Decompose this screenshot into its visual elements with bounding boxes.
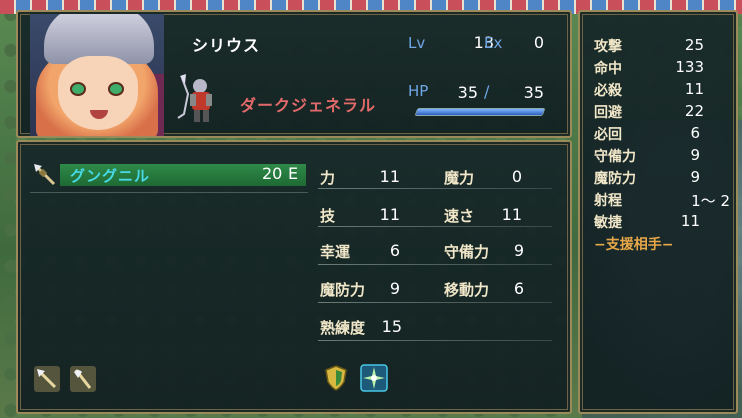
combat-label: 射程 bbox=[594, 193, 622, 209]
hp-bar bbox=[414, 108, 546, 116]
stat-def: 守備力 9 bbox=[444, 238, 528, 264]
combat-avoid: 回避 22 bbox=[594, 102, 726, 124]
combat-def: 守備力 9 bbox=[594, 146, 726, 168]
stat-label: 魔力 bbox=[444, 169, 475, 187]
stat-label: 幸運 bbox=[320, 243, 351, 261]
combat-value: 22 bbox=[684, 102, 704, 120]
stat-value: 11 bbox=[379, 205, 400, 224]
stat-mag: 魔力 0 bbox=[444, 164, 528, 190]
class-sprite-icon bbox=[177, 74, 212, 122]
stat-divider bbox=[318, 340, 552, 341]
sparkle-icon[interactable] bbox=[360, 364, 388, 392]
stat-value: 15 bbox=[381, 317, 402, 336]
stat-value: 11 bbox=[501, 205, 522, 224]
weapon-slot[interactable]: グングニル 20 E bbox=[30, 162, 308, 190]
exp-label: Ex bbox=[484, 34, 503, 52]
stat-divider bbox=[318, 188, 552, 189]
exp-value: 0 bbox=[533, 33, 544, 52]
stat-label: 速さ bbox=[444, 207, 475, 225]
combat-label: 魔防力 bbox=[594, 171, 636, 187]
weapon-name: グングニル bbox=[70, 167, 151, 185]
combat-value: 9 bbox=[690, 168, 700, 186]
stat-value: 6 bbox=[389, 241, 400, 260]
hp-current: 35 bbox=[457, 83, 478, 102]
spear-icon bbox=[34, 164, 56, 186]
weapon-equipped-mark: E bbox=[288, 164, 299, 183]
unit-header-panel: シリウス ダークジェネラル Lv 13 Ex 0 HP 35 / 35 bbox=[16, 10, 572, 138]
combat-label: 守備力 bbox=[594, 149, 636, 165]
stat-value: 9 bbox=[513, 241, 524, 260]
combat-label: 敏捷 bbox=[594, 215, 622, 231]
support-partners-label: −支援相手− bbox=[594, 237, 674, 253]
combat-label: 回避 bbox=[594, 105, 622, 121]
combat-value: 133 bbox=[675, 58, 704, 76]
stat-lck: 幸運 6 bbox=[320, 238, 404, 264]
stat-label: 技 bbox=[320, 207, 336, 225]
stat-value: 0 bbox=[511, 167, 522, 186]
weapon-uses: 20 bbox=[262, 164, 283, 183]
hp-label: HP bbox=[408, 82, 429, 100]
stat-label: 移動力 bbox=[444, 281, 490, 299]
level-label: Lv bbox=[408, 34, 426, 52]
stat-mov: 移動力 6 bbox=[444, 276, 528, 302]
combat-value: 6 bbox=[690, 124, 700, 142]
hp-bar-fill bbox=[415, 109, 545, 115]
combat-label: 必回 bbox=[594, 127, 622, 143]
combat-hit: 命中 133 bbox=[594, 58, 726, 80]
combat-crit: 必殺 11 bbox=[594, 80, 726, 102]
unit-name: シリウス bbox=[192, 36, 261, 55]
combat-dodge: 必回 6 bbox=[594, 124, 726, 146]
combat-label: 攻撃 bbox=[594, 39, 622, 55]
stat-label: 力 bbox=[320, 169, 336, 187]
stat-value: 9 bbox=[389, 279, 400, 298]
weapon-divider bbox=[30, 192, 308, 193]
combat-value: 9 bbox=[690, 146, 700, 164]
stat-res: 魔防力 9 bbox=[320, 276, 404, 302]
stat-label: 守備力 bbox=[444, 243, 490, 261]
combat-agility: 敏捷 11 bbox=[594, 212, 726, 234]
stat-value: 6 bbox=[513, 279, 524, 298]
combat-value: 25 bbox=[684, 36, 704, 54]
stat-value: 11 bbox=[379, 167, 400, 186]
stat-spd: 速さ 11 bbox=[444, 202, 528, 228]
combat-value: 11 bbox=[680, 212, 700, 230]
combat-value: 11 bbox=[684, 80, 704, 98]
stat-divider bbox=[318, 226, 552, 227]
unit-portrait bbox=[30, 14, 164, 136]
spear-icon[interactable] bbox=[34, 366, 60, 392]
combat-res: 魔防力 9 bbox=[594, 168, 726, 190]
stat-divider bbox=[318, 302, 552, 303]
shield-icon[interactable] bbox=[322, 364, 350, 392]
hp-separator: / bbox=[484, 82, 490, 101]
stat-str: 力 11 bbox=[320, 164, 404, 190]
stat-divider bbox=[318, 264, 552, 265]
axe-icon[interactable] bbox=[70, 366, 96, 392]
stat-wlv: 熟練度 15 bbox=[320, 314, 404, 340]
combat-atk: 攻撃 25 bbox=[594, 36, 726, 58]
unit-class: ダークジェネラル bbox=[240, 96, 377, 115]
stat-label: 魔防力 bbox=[320, 281, 366, 299]
stat-skl: 技 11 bbox=[320, 202, 404, 228]
combat-label: 必殺 bbox=[594, 83, 622, 99]
combat-label: 命中 bbox=[594, 61, 622, 77]
combat-value: 1〜 2 bbox=[691, 192, 730, 210]
combat-stats-panel: 攻撃 25 命中 133 必殺 11 回避 22 必回 6 守備力 9 魔防力 … bbox=[578, 10, 738, 414]
stat-label: 熟練度 bbox=[320, 319, 366, 337]
combat-range: 射程 1〜 2 bbox=[594, 190, 734, 212]
hp-max: 35 bbox=[523, 83, 544, 102]
unit-stats-panel: グングニル 20 E 力 11 魔力 0 技 11 速さ 11 幸運 6 守備力… bbox=[16, 140, 572, 414]
